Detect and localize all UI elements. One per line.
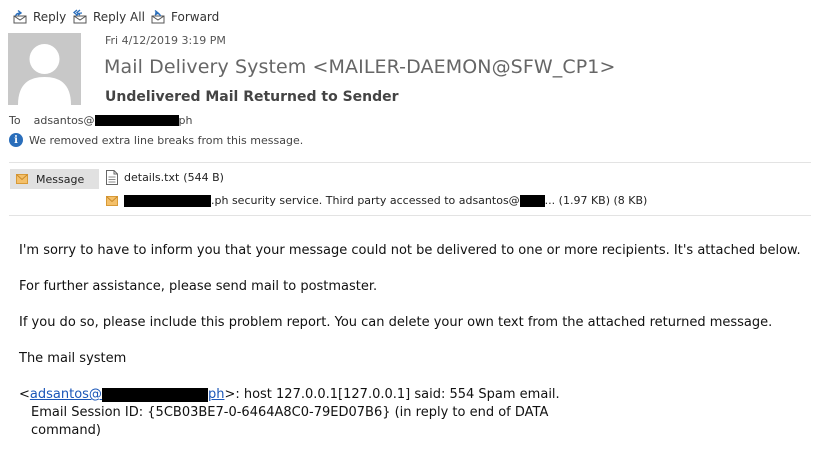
reply-all-label: Reply All bbox=[93, 10, 145, 24]
recipient-email-link[interactable]: adsantos@ ph bbox=[30, 387, 225, 402]
bounce-report-line: < adsantos@ ph >: host 127.0.0.1[127.0.0… bbox=[19, 387, 560, 402]
person-silhouette-icon bbox=[18, 44, 71, 105]
recipient-line: To adsantos@ ph bbox=[9, 114, 193, 127]
envelope-icon bbox=[16, 174, 28, 184]
attachment-filename: details.txt bbox=[124, 171, 180, 184]
redaction-bar bbox=[101, 387, 208, 402]
message-tab-label: Message bbox=[36, 172, 85, 186]
info-text: We removed extra line breaks from this m… bbox=[29, 133, 304, 147]
message-date: Fri 4/12/2019 3:19 PM bbox=[105, 34, 226, 47]
report-text: >: host 127.0.0.1[127.0.0.1] said: 554 S… bbox=[224, 387, 560, 402]
attachment-details-txt[interactable]: details.txt (544 B) bbox=[106, 170, 224, 185]
report-line-2: Email Session ID: {5CB03BE7-0-6464A8C0-7… bbox=[31, 405, 549, 420]
report-line-3: command) bbox=[31, 423, 101, 438]
body-paragraph: I'm sorry to have to inform you that you… bbox=[19, 243, 801, 258]
redaction-bar bbox=[519, 194, 545, 207]
forward-icon bbox=[151, 9, 165, 24]
link-suffix: ph bbox=[207, 387, 225, 402]
attachment-size: (544 B) bbox=[183, 171, 224, 184]
reply-icon bbox=[13, 9, 27, 24]
message-tab[interactable]: Message bbox=[10, 169, 99, 189]
redaction-bar bbox=[124, 194, 211, 207]
sender-name[interactable]: Mail Delivery System <MAILER-DAEMON@SFW_… bbox=[104, 56, 616, 78]
attachment-subject: .ph security service. Third party access… bbox=[211, 194, 520, 207]
forward-label: Forward bbox=[171, 10, 220, 24]
body-paragraph: For further assistance, please send mail… bbox=[19, 279, 378, 294]
info-notice[interactable]: i We removed extra line breaks from this… bbox=[9, 133, 303, 147]
text-file-icon bbox=[106, 170, 118, 185]
recipient-suffix[interactable]: ph bbox=[179, 114, 193, 127]
redaction-bar bbox=[94, 115, 179, 126]
envelope-icon bbox=[106, 195, 118, 206]
attachment-subject-tail: ... (1.97 KB) (8 KB) bbox=[544, 194, 648, 207]
body-paragraph: The mail system bbox=[19, 351, 127, 366]
message-subject: Undelivered Mail Returned to Sender bbox=[105, 89, 399, 105]
message-toolbar: Reply Reply All Forward bbox=[0, 0, 837, 30]
forward-button[interactable]: Forward bbox=[150, 8, 219, 26]
divider bbox=[9, 162, 811, 163]
sender-avatar bbox=[8, 33, 81, 105]
reply-all-button[interactable]: Reply All bbox=[72, 8, 145, 26]
bracket-open: < bbox=[19, 387, 30, 402]
reply-all-icon bbox=[72, 9, 87, 24]
attachment-forwarded-message[interactable]: .ph security service. Third party access… bbox=[106, 194, 647, 207]
recipient-prefix[interactable]: adsantos@ bbox=[34, 114, 95, 127]
info-icon: i bbox=[9, 133, 23, 147]
reply-label: Reply bbox=[33, 10, 67, 24]
link-prefix: adsantos@ bbox=[29, 387, 102, 402]
divider bbox=[9, 215, 811, 216]
to-label: To bbox=[9, 114, 21, 127]
body-paragraph: If you do so, please include this proble… bbox=[19, 315, 773, 330]
reply-button[interactable]: Reply bbox=[12, 8, 66, 26]
